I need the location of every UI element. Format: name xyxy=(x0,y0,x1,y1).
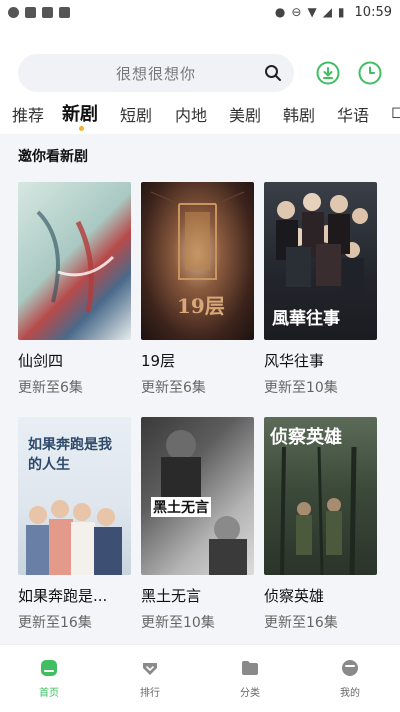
drama-title: 仙剑四 xyxy=(18,352,64,370)
app-notification-icon xyxy=(8,6,19,18)
tab-new-drama[interactable]: 新剧 xyxy=(62,100,98,126)
nav-label: 分类 xyxy=(240,688,260,699)
nav-label: 首页 xyxy=(39,688,59,699)
profile-icon xyxy=(342,660,358,676)
download-icon[interactable] xyxy=(316,61,340,85)
drama-card[interactable]: 仙剑四 更新至6集 xyxy=(18,182,131,396)
history-icon[interactable] xyxy=(358,61,382,85)
active-tab-indicator xyxy=(79,126,84,131)
poster-title-text: 19层 xyxy=(177,294,225,318)
tab-mainland[interactable]: 内地 xyxy=(175,102,207,126)
poster-title-text: 如果奔跑是我的人生 xyxy=(28,437,112,473)
status-left-icons xyxy=(8,6,70,18)
bottom-navigation: 首页 排行 分类 我的 xyxy=(0,644,400,712)
app-notification-icon xyxy=(42,6,53,18)
tab-recommend[interactable]: 推荐 xyxy=(12,102,44,126)
poster-image: 19层 xyxy=(141,182,254,340)
home-icon xyxy=(41,660,57,676)
do-not-disturb-icon: ⊖ xyxy=(291,5,302,19)
poster-image: 如果奔跑是我的人生 xyxy=(18,417,131,575)
status-bar: ● ⊖ ▼ ◢ ▮ 10:59 xyxy=(0,0,400,24)
nav-category[interactable]: 分类 xyxy=(220,659,280,699)
ranking-icon xyxy=(143,663,157,675)
episode-status: 更新至6集 xyxy=(141,380,206,396)
battery-icon: ▮ xyxy=(337,5,345,19)
search-icon[interactable] xyxy=(264,64,282,82)
poster-art xyxy=(36,210,115,313)
drama-title: 黑土无言 xyxy=(141,587,202,605)
poster-image: 風華往事 xyxy=(264,182,377,340)
tab-more-partial[interactable]: ◻ xyxy=(391,102,400,121)
poster-image: 黑土无言 xyxy=(141,417,254,575)
nav-profile[interactable]: 我的 xyxy=(320,659,380,699)
episode-status: 更新至6集 xyxy=(18,380,83,396)
drama-card[interactable]: 19层 19层 更新至6集 xyxy=(141,182,254,396)
episode-status: 更新至16集 xyxy=(264,615,338,631)
drama-title: 风华往事 xyxy=(264,352,325,370)
episode-status: 更新至10集 xyxy=(141,615,215,631)
search-placeholder: 很想很想你 xyxy=(115,64,196,83)
drama-card[interactable]: 侦察英雄 侦察英雄 更新至16集 xyxy=(264,417,377,631)
signal-icon: ◢ xyxy=(322,5,332,19)
poster-image: 侦察英雄 xyxy=(264,417,377,575)
tab-us-drama[interactable]: 美剧 xyxy=(229,102,261,126)
poster-title-text: 侦察英雄 xyxy=(270,427,342,448)
status-right-icons: ● ⊖ ▼ ◢ ▮ 10:59 xyxy=(275,5,392,20)
poster-title-text: 黑土无言 xyxy=(151,497,211,517)
location-icon: ● xyxy=(274,5,286,19)
nav-ranking[interactable]: 排行 xyxy=(120,659,180,699)
drama-card[interactable]: 如果奔跑是我的人生 如果奔跑是... 更新至16集 xyxy=(18,417,131,631)
episode-status: 更新至16集 xyxy=(18,615,92,631)
nav-home[interactable]: 首页 xyxy=(19,659,79,699)
poster-title-text: 風華往事 xyxy=(272,309,340,329)
wifi-icon: ▼ xyxy=(307,5,317,19)
content-area: 邀你看新剧 仙剑四 更新至6集 19层 19层 更新至6集 風華往事 风华往事 … xyxy=(0,134,400,644)
nav-label: 我的 xyxy=(340,688,360,699)
section-title: 邀你看新剧 xyxy=(18,149,88,165)
category-tabs: 推荐 新剧 短剧 内地 美剧 韩剧 华语 ◻ xyxy=(0,98,400,132)
status-time: 10:59 xyxy=(354,4,392,20)
episode-status: 更新至10集 xyxy=(264,380,338,396)
category-icon xyxy=(242,661,258,675)
nav-label: 排行 xyxy=(140,688,160,699)
drama-title: 如果奔跑是... xyxy=(18,587,108,605)
poster-image xyxy=(18,182,131,340)
drama-card[interactable]: 黑土无言 黑土无言 更新至10集 xyxy=(141,417,254,631)
drama-title: 19层 xyxy=(141,352,176,370)
app-notification-icon xyxy=(59,6,70,18)
drama-card[interactable]: 風華往事 风华往事 更新至10集 xyxy=(264,182,377,396)
search-bar[interactable]: 很想很想你 xyxy=(18,54,294,92)
tab-korean-drama[interactable]: 韩剧 xyxy=(283,102,315,126)
poster-art xyxy=(161,430,247,575)
drama-title: 侦察英雄 xyxy=(264,587,325,605)
gallery-notification-icon xyxy=(25,6,36,18)
tab-chinese[interactable]: 华语 xyxy=(337,102,369,126)
tab-short-drama[interactable]: 短剧 xyxy=(120,102,152,126)
